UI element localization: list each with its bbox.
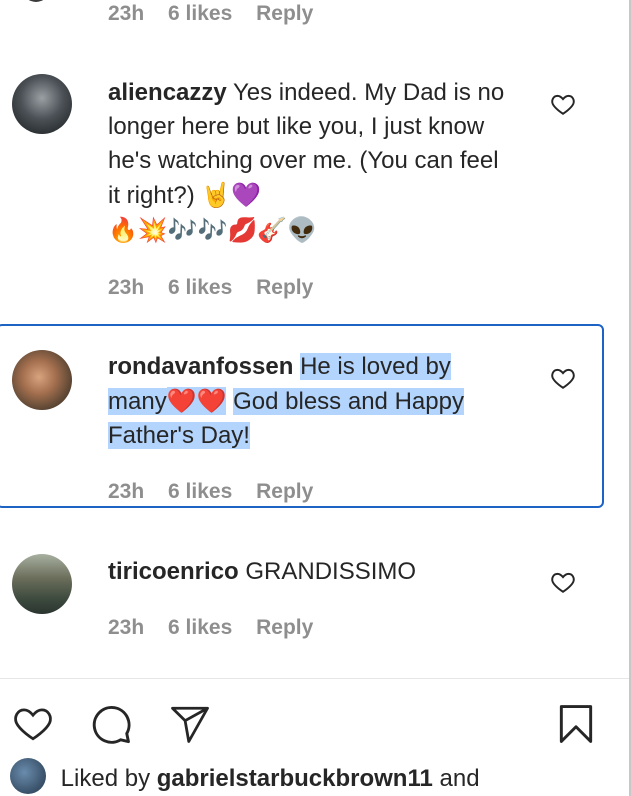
comment-likes[interactable]: 6 likes: [168, 2, 232, 25]
avatar-aliencazzy[interactable]: [12, 74, 72, 134]
avatar-partial: [22, 0, 50, 2]
comment-emoji: 🤘💜: [201, 181, 262, 209]
liked-by-user[interactable]: gabrielstarbuckbrown11: [157, 765, 433, 792]
comment-text: aliencazzy Yes indeed. My Dad is no long…: [108, 76, 513, 248]
liked-by: Liked by gabrielstarbuckbrown11 and: [10, 758, 480, 794]
avatar-rondavanfossen[interactable]: [12, 350, 72, 410]
liked-by-prefix: Liked by: [60, 765, 151, 792]
comment-emoji-line2: 🔥💥🎶🎶💋🎸👽: [108, 216, 318, 244]
heart-icon[interactable]: [10, 702, 56, 744]
comment-meta: 23h 6 likes Reply: [108, 2, 331, 26]
reply-button[interactable]: Reply: [256, 480, 313, 503]
bookmark-icon[interactable]: [554, 701, 598, 747]
comment-username[interactable]: rondavanfossen: [108, 353, 293, 380]
comment-meta: 23h 6 likes Reply: [108, 480, 331, 504]
comment-time: 23h: [108, 616, 145, 639]
comment-icon[interactable]: [88, 702, 134, 746]
comment-likes[interactable]: 6 likes: [168, 616, 232, 639]
comment-meta: 23h 6 likes Reply: [108, 616, 331, 640]
comment-username[interactable]: aliencazzy: [108, 79, 227, 106]
heart-icon[interactable]: [550, 91, 576, 117]
comment-time: 23h: [108, 480, 145, 503]
heart-icon[interactable]: [550, 365, 576, 391]
reply-button[interactable]: Reply: [256, 616, 313, 639]
reply-button[interactable]: Reply: [256, 276, 313, 299]
reply-button[interactable]: Reply: [256, 2, 313, 25]
comment-username[interactable]: tiricoenrico: [108, 558, 239, 585]
comment-likes[interactable]: 6 likes: [168, 480, 232, 503]
comment-time: 23h: [108, 276, 145, 299]
liked-by-suffix: and: [439, 765, 480, 792]
liker-avatar[interactable]: [10, 758, 46, 794]
comment-text: tiricoenrico GRANDISSIMO: [108, 555, 513, 589]
comment-body: GRANDISSIMO: [245, 558, 417, 585]
share-icon[interactable]: [168, 703, 212, 745]
comment-likes[interactable]: 6 likes: [168, 276, 232, 299]
comment-emoji: ❤️❤️: [166, 387, 227, 415]
heart-icon[interactable]: [550, 569, 576, 595]
comment-meta: 23h 6 likes Reply: [108, 276, 331, 300]
avatar-tiricoenrico[interactable]: [12, 554, 72, 614]
divider: [0, 678, 629, 679]
comment-time: 23h: [108, 2, 145, 25]
comment-text: rondavanfossen He is loved by many❤️❤️ G…: [108, 350, 513, 453]
